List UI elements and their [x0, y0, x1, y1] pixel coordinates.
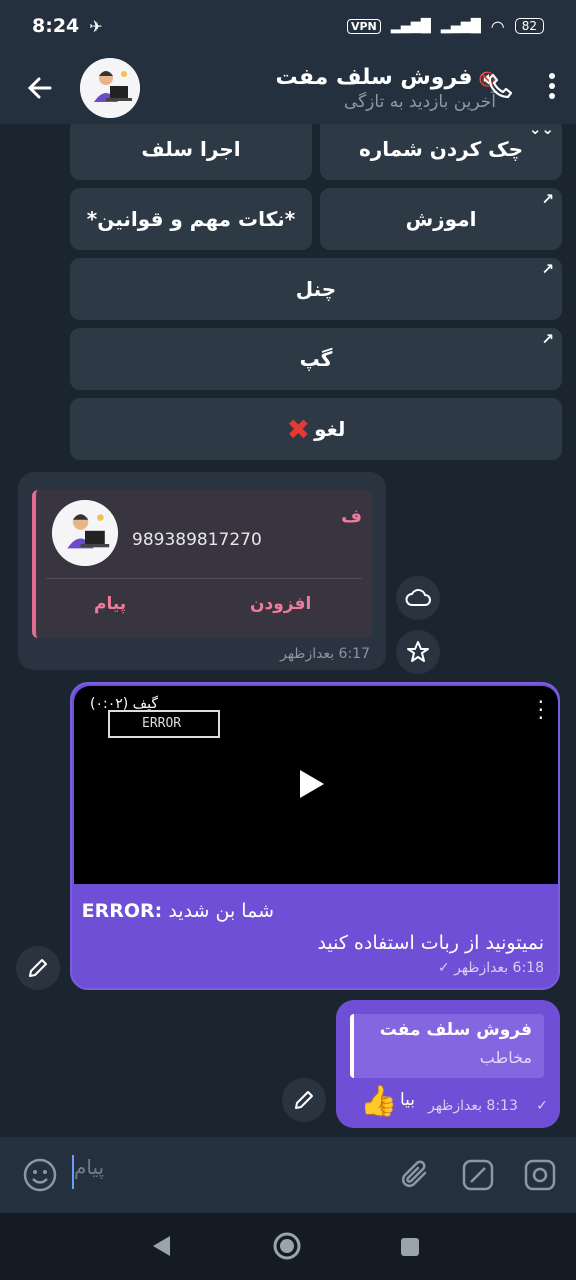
reply-message[interactable]: فروش سلف مفت مخاطب 👍 بیا 8:13 بعدازظهر ✓	[336, 1000, 560, 1128]
kb-button-label: اموزش	[405, 207, 477, 231]
back-arrow-icon[interactable]	[0, 52, 80, 124]
kb-button-label: *نکات مهم و قوانین*	[86, 207, 296, 231]
status-time: 8:24	[32, 15, 80, 37]
nav-home-icon[interactable]	[270, 1229, 304, 1263]
contact-message-button[interactable]: پیام	[94, 594, 126, 614]
contact-avatar[interactable]	[52, 500, 118, 566]
battery-badge: 82	[514, 18, 544, 34]
contact-phone: 989389817270	[132, 530, 262, 550]
message-line-2: نمیتونید از ربات استفاده کنید	[317, 932, 544, 954]
red-x-icon: ✖	[286, 412, 311, 446]
system-nav-bar	[0, 1213, 576, 1280]
avatar[interactable]	[80, 58, 140, 118]
message-time-row: 6:18 بعدازظهر ✓	[438, 960, 544, 976]
quote-title: فروش سلف مفت	[379, 1020, 532, 1040]
emoji-icon[interactable]	[20, 1155, 60, 1195]
message-composer: پیام	[0, 1137, 576, 1213]
chat-title: فروش سلف مفت	[275, 64, 473, 90]
signal-icon: ▂▄▆█	[390, 18, 431, 34]
vpn-badge: VPN	[346, 18, 381, 34]
kb-button-channel[interactable]: چنل ↗	[70, 258, 562, 320]
kb-button-label: اجرا سلف	[141, 137, 241, 161]
message-time: 8:13 بعدازظهر	[428, 1098, 518, 1114]
kb-button-check-number[interactable]: چک کردن شماره ⌄⌄	[320, 124, 562, 180]
kb-button-label: گپ	[299, 347, 333, 371]
check-icon: ✓	[536, 1098, 548, 1114]
arrow-up-right-icon: ↗	[541, 260, 554, 278]
page-title: 🔇فروش سلف مفت	[276, 65, 496, 90]
telegram-status-icon: ✈	[89, 16, 103, 36]
quote-subtitle: مخاطب	[479, 1048, 532, 1067]
arrow-up-right-icon: ↗	[541, 330, 554, 348]
kb-button-label: لغو	[314, 417, 346, 441]
contact-add-button[interactable]: افزودن	[250, 594, 311, 614]
kb-button-rules[interactable]: *نکات مهم و قوانین*	[70, 188, 312, 250]
camera-icon[interactable]	[520, 1155, 560, 1195]
message-time: 6:17 بعدازظهر	[280, 646, 370, 662]
cloud-icon[interactable]	[396, 576, 440, 620]
signal-icon-2: ▂▄▆█	[440, 18, 481, 34]
quoted-contact[interactable]: فروش سلف مفت مخاطب	[350, 1014, 544, 1078]
contact-card[interactable]: ف 989389817270 پیام افزودن	[32, 490, 372, 638]
kb-button-cancel[interactable]: لغو ✖	[70, 398, 562, 460]
divider	[46, 578, 362, 579]
kb-button-label: چک کردن شماره	[358, 137, 524, 161]
arrow-up-right-icon: ↗	[541, 190, 554, 208]
edit-pencil-icon[interactable]	[16, 946, 60, 990]
play-icon[interactable]	[300, 770, 324, 798]
wifi-icon: ◠	[490, 16, 505, 36]
chat-area[interactable]: اجرا سلف چک کردن شماره ⌄⌄ *نکات مهم و قو…	[0, 124, 576, 1137]
message-time: 6:18 بعدازظهر	[454, 960, 544, 976]
error-bold-label: ERROR:	[81, 900, 163, 922]
message-text: بیا	[400, 1090, 416, 1110]
thumbs-up-icon: 👍	[360, 1084, 398, 1119]
more-vertical-icon[interactable]: · · ·	[538, 692, 544, 728]
last-seen-text: آخرین بازدید به تازگی	[343, 91, 496, 112]
chat-header: 🔇فروش سلف مفت آخرین بازدید به تازگی	[0, 52, 576, 124]
double-chevron-icon: ⌄⌄	[528, 124, 554, 138]
kb-button-group[interactable]: گپ ↗	[70, 328, 562, 390]
message-text: شما بن شدید	[162, 900, 274, 922]
error-image-text: ERROR	[108, 710, 220, 738]
nav-recents-icon[interactable]	[396, 1233, 424, 1261]
attach-icon[interactable]	[396, 1155, 436, 1195]
contact-name: ف	[341, 506, 362, 527]
phone-icon[interactable]	[486, 72, 514, 104]
kb-button-run-self[interactable]: اجرا سلف	[70, 124, 312, 180]
kb-button-label: چنل	[295, 277, 337, 301]
check-icon: ✓	[437, 960, 450, 976]
contact-message[interactable]: ف 989389817270 پیام افزودن 6:17 بعدازظهر	[18, 472, 386, 670]
sticker-draw-icon[interactable]	[458, 1155, 498, 1195]
kb-button-tutorial[interactable]: اموزش ↗	[320, 188, 562, 250]
gif-player[interactable]: گیف (۰:۰۲) ERROR · · ·	[74, 686, 558, 884]
star-icon[interactable]	[396, 630, 440, 674]
more-vertical-icon[interactable]	[548, 72, 556, 104]
status-bar: 8:24 ✈ VPN ▂▄▆█ ▂▄▆█ ◠ 82	[0, 0, 576, 52]
edit-pencil-icon[interactable]	[282, 1078, 326, 1122]
gif-message[interactable]: گیف (۰:۰۲) ERROR · · · ERROR: شما بن شدید …	[70, 682, 560, 990]
nav-back-icon[interactable]	[146, 1231, 176, 1261]
message-input[interactable]: پیام	[74, 1155, 104, 1179]
message-line-1: ERROR: شما بن شدید	[82, 900, 274, 922]
